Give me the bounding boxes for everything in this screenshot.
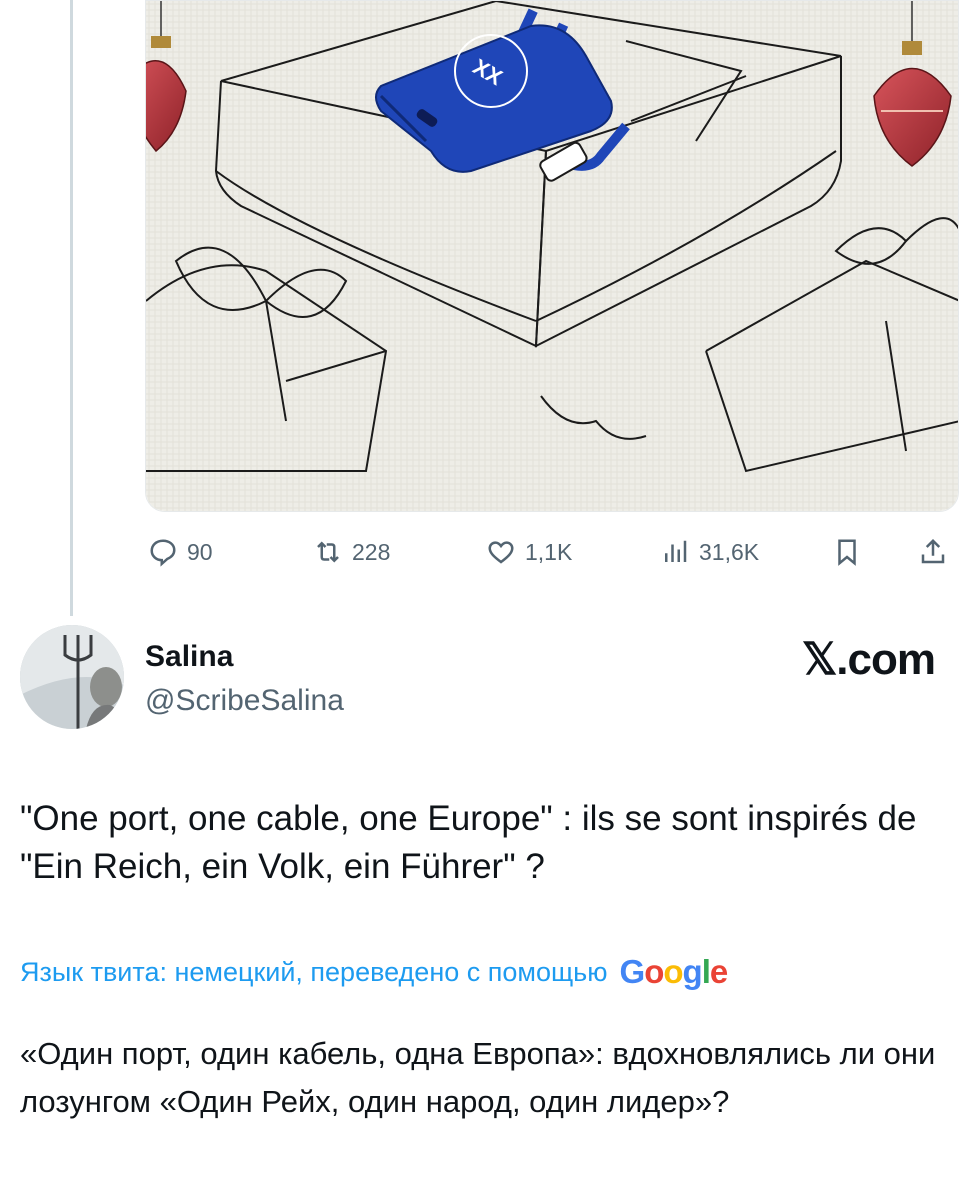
translation-note-text: Язык твита: немецкий, переведено с помощ… xyxy=(20,956,608,987)
thread-connector-line xyxy=(70,0,73,616)
translated-text: «Один порт, один кабель, одна Европа»: в… xyxy=(20,1036,936,1119)
like-button[interactable]: 1,1K xyxy=(486,530,572,574)
gift-box-illustration: XX xyxy=(146,1,958,511)
views-count: 31,6K xyxy=(699,538,760,565)
tweet-action-bar: 90 228 1,1K 31,6K xyxy=(0,530,979,574)
reply-button[interactable]: 90 xyxy=(148,530,213,574)
reply-count: 90 xyxy=(187,538,213,565)
like-icon xyxy=(488,541,514,564)
tweet-image[interactable]: XX xyxy=(145,0,959,512)
bookmark-button[interactable] xyxy=(832,530,862,574)
author-name[interactable]: Salina xyxy=(145,640,233,674)
tweet-text: "One port, one cable, one Europe" : ils … xyxy=(20,799,917,886)
retweet-button[interactable]: 228 xyxy=(313,530,390,574)
bookmark-icon xyxy=(838,539,856,566)
retweet-icon xyxy=(317,541,339,563)
x-com-logo: 𝕏.com xyxy=(801,635,936,684)
author-handle[interactable]: @ScribeSalina xyxy=(145,684,344,718)
views-button[interactable]: 31,6K xyxy=(660,530,759,574)
retweet-count: 228 xyxy=(352,538,391,565)
share-icon xyxy=(921,538,945,564)
views-icon xyxy=(665,540,687,562)
avatar[interactable] xyxy=(20,625,124,729)
google-logo: Google xyxy=(619,953,729,990)
share-button[interactable] xyxy=(918,530,948,574)
reply-icon xyxy=(150,539,176,567)
like-count: 1,1K xyxy=(525,538,573,565)
translation-note[interactable]: Язык твита: немецкий, переведено с помощ… xyxy=(20,953,729,991)
avatar-statue-image xyxy=(20,625,124,729)
